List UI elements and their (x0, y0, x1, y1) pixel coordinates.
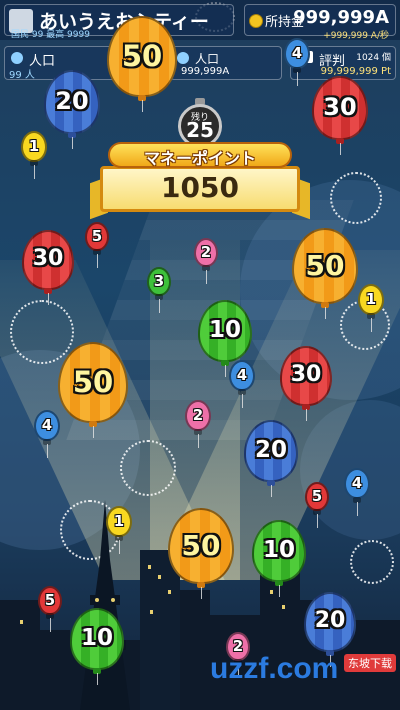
balloon-orange-50-left[interactable]: 50 (58, 342, 128, 439)
balloon-small-red-5-left[interactable]: 5 (85, 222, 109, 269)
balloon-value: 2 (192, 406, 204, 424)
balloon-small-yellow-1-right[interactable]: 1 (358, 284, 384, 333)
money-value: 999,999A (293, 7, 389, 28)
balloon-value: 5 (311, 487, 323, 505)
balloon-orange-50-top[interactable]: 50 (107, 16, 177, 113)
balloon-value: 50 (121, 39, 163, 73)
watermark-logo: uzzf.com 东坡下载 (210, 652, 400, 704)
balloon-value: 4 (291, 44, 303, 62)
firework (350, 540, 394, 584)
countdown-timer: 残り 25 (175, 98, 225, 148)
balloon-value: 4 (41, 416, 53, 434)
balloon-blue-20-mid[interactable]: 20 (244, 420, 298, 498)
banner-value: 1050 (161, 171, 239, 204)
balloon-small-blue-4-top[interactable]: 4 (284, 38, 310, 87)
game-scene: あいうえおシティー 国民 99 最高 9999 所持金 999,999A +99… (0, 0, 400, 710)
firework (330, 172, 382, 224)
person-icon (177, 52, 189, 64)
money-point-banner: マネーポイント 1050 (90, 142, 310, 220)
balloon-value: 10 (262, 537, 295, 563)
watermark-text: uzzf.com (210, 652, 339, 685)
balloon-value: 4 (351, 474, 363, 492)
balloon-red-30-right[interactable]: 30 (280, 346, 332, 422)
balloon-value: 5 (91, 227, 103, 245)
timer-value: 25 (186, 118, 214, 142)
balloon-value: 30 (32, 246, 64, 271)
balloon-value: 20 (254, 437, 287, 463)
city-sub: 国民 99 最高 9999 (11, 30, 90, 40)
income-panel: 人口 999,999A (170, 46, 282, 80)
balloon-value: 10 (208, 317, 241, 343)
balloon-value: 1 (28, 137, 40, 155)
balloon-value: 50 (181, 529, 221, 562)
population-value: 99 人 (9, 70, 35, 81)
firework (120, 440, 176, 496)
balloon-value: 30 (290, 362, 322, 387)
balloon-orange-50-bottom[interactable]: 50 (168, 508, 234, 600)
balloon-small-pink-2-top[interactable]: 2 (194, 238, 218, 285)
balloon-value: 30 (323, 93, 357, 121)
balloon-value: 2 (200, 243, 212, 261)
approval-count: 1024 個 (356, 53, 391, 63)
person-icon (11, 52, 23, 64)
balloon-small-blue-4-left[interactable]: 4 (34, 410, 60, 459)
balloon-small-green-3[interactable]: 3 (147, 267, 171, 314)
balloon-value: 4 (236, 366, 248, 384)
balloon-green-10-bottom[interactable]: 10 (70, 608, 124, 686)
balloon-small-red-5-bottom[interactable]: 5 (38, 586, 62, 633)
income-value: 999,999A (181, 66, 230, 77)
balloon-red-30-left[interactable]: 30 (22, 230, 74, 306)
banner-title: マネーポイント (143, 149, 256, 168)
balloon-small-red-5-right[interactable]: 5 (305, 482, 329, 529)
balloon-orange-50-right[interactable]: 50 (292, 228, 358, 320)
balloon-value: 10 (80, 625, 113, 651)
watermark-tag: 东坡下载 (344, 654, 396, 672)
income-label: 人口 (195, 52, 220, 66)
balloon-value: 5 (44, 591, 56, 609)
money-panel: 所持金 999,999A +999,999 A/秒 (244, 4, 396, 41)
balloon-small-blue-4-right[interactable]: 4 (344, 468, 370, 517)
balloon-small-blue-4-mid[interactable]: 4 (229, 360, 255, 409)
balloon-value: 50 (305, 249, 345, 282)
balloon-small-yellow-1-left[interactable]: 1 (21, 131, 47, 180)
balloon-red-30-top[interactable]: 30 (312, 76, 368, 156)
balloon-value: 3 (153, 272, 165, 290)
balloon-value: 20 (55, 87, 89, 115)
money-rate: +999,999 A/秒 (323, 31, 389, 41)
balloon-value: 20 (314, 608, 346, 633)
balloon-green-10-right[interactable]: 10 (252, 520, 306, 598)
balloon-value: 1 (365, 290, 377, 308)
balloon-small-pink-2-mid[interactable]: 2 (185, 400, 211, 449)
coin-icon (249, 14, 263, 28)
balloon-small-yellow-1-bottom[interactable]: 1 (106, 506, 132, 555)
balloon-value: 50 (72, 365, 114, 399)
balloon-value: 1 (113, 512, 125, 530)
balloon-blue-20-top[interactable]: 20 (44, 70, 100, 150)
